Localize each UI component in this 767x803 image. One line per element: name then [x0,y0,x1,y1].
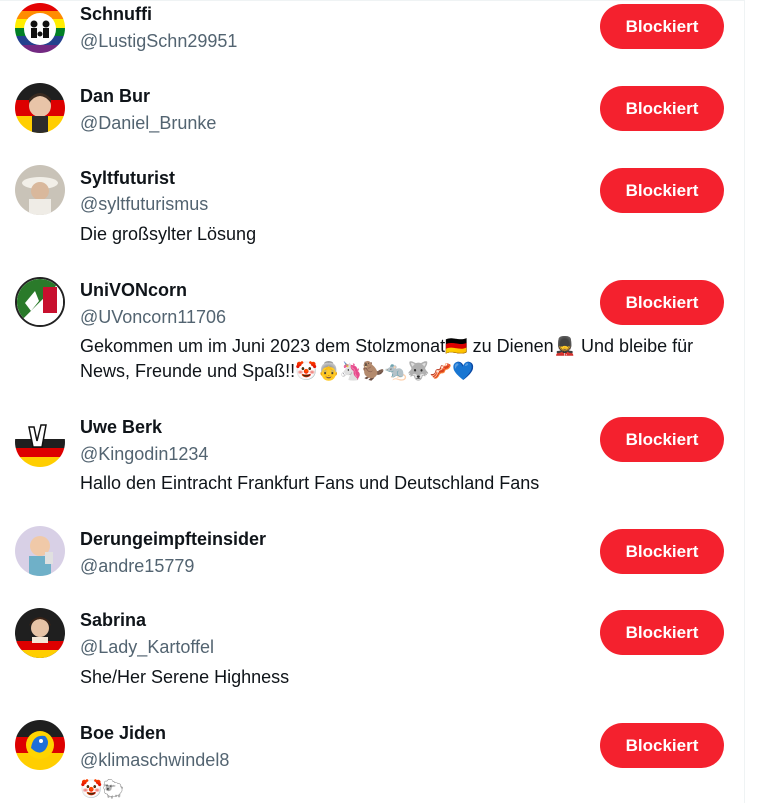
account-handle[interactable]: @Lady_Kartoffel [80,636,214,658]
account-handle[interactable]: @Daniel_Brunke [80,112,216,134]
account-bio: Hallo den Eintracht Frankfurt Fans und D… [80,473,540,493]
blocked-button[interactable]: Blockiert [600,529,724,574]
list-item[interactable]: UniVONcorn @UVoncorn11706 Gekommen um im… [0,268,744,407]
list-item[interactable]: Syltfuturist @syltfuturismus Die großsyl… [0,162,744,268]
avatar[interactable] [15,526,65,576]
list-item[interactable]: Sabrina @Lady_Kartoffel She/Her Serene H… [0,594,744,706]
blocked-button[interactable]: Blockiert [600,4,724,49]
avatar[interactable] [15,417,65,467]
list-item[interactable]: Uwe Berk @Kingodin1234 Hallo den Eintrac… [0,407,744,512]
account-bio: Gekommen um im Juni 2023 dem Stolzmonat🇩… [80,336,694,381]
account-name[interactable]: Uwe Berk [80,416,162,438]
account-bio: Die großsylter Lösung [80,224,257,244]
account-name[interactable]: Sabrina [80,609,146,631]
account-name[interactable]: Syltfuturist [80,167,175,189]
account-name[interactable]: Boe Jiden [80,722,166,744]
blocked-button[interactable]: Blockiert [600,417,724,462]
blocked-button[interactable]: Blockiert [600,723,724,768]
account-handle[interactable]: @andre15779 [80,555,194,577]
blocked-button[interactable]: Blockiert [600,610,724,655]
account-handle[interactable]: @Kingodin1234 [80,443,208,465]
account-name[interactable]: UniVONcorn [80,279,187,301]
avatar[interactable] [15,3,65,53]
avatar[interactable] [15,277,65,327]
avatar[interactable] [15,165,65,215]
avatar[interactable] [15,608,65,658]
account-bio: 🤡🐑 [80,779,125,800]
account-handle[interactable]: @LustigSchn29951 [80,30,237,52]
list-item[interactable]: Derungeimpfteinsider @andre15779 Blockie… [0,512,744,594]
avatar[interactable] [15,720,65,770]
account-handle[interactable]: @UVoncorn11706 [80,306,226,328]
account-bio: She/Her Serene Highness [80,667,290,687]
blocked-accounts-list: Schnuffi @LustigSchn29951 Blockiert Dan … [0,0,745,803]
blocked-button[interactable]: Blockiert [600,280,724,325]
account-handle[interactable]: @klimaschwindel8 [80,749,229,771]
list-item[interactable]: Boe Jiden @klimaschwindel8 🤡🐑 Blockiert [0,706,744,803]
list-item[interactable]: Schnuffi @LustigSchn29951 Blockiert [0,0,744,80]
blocked-button[interactable]: Blockiert [600,86,724,131]
account-name[interactable]: Derungeimpfteinsider [80,528,266,550]
account-name[interactable]: Schnuffi [80,3,152,25]
avatar[interactable] [15,83,65,133]
blocked-button[interactable]: Blockiert [600,168,724,213]
account-handle[interactable]: @syltfuturismus [80,193,208,215]
list-item[interactable]: Dan Bur @Daniel_Brunke Blockiert [0,80,744,162]
account-name[interactable]: Dan Bur [80,85,150,107]
